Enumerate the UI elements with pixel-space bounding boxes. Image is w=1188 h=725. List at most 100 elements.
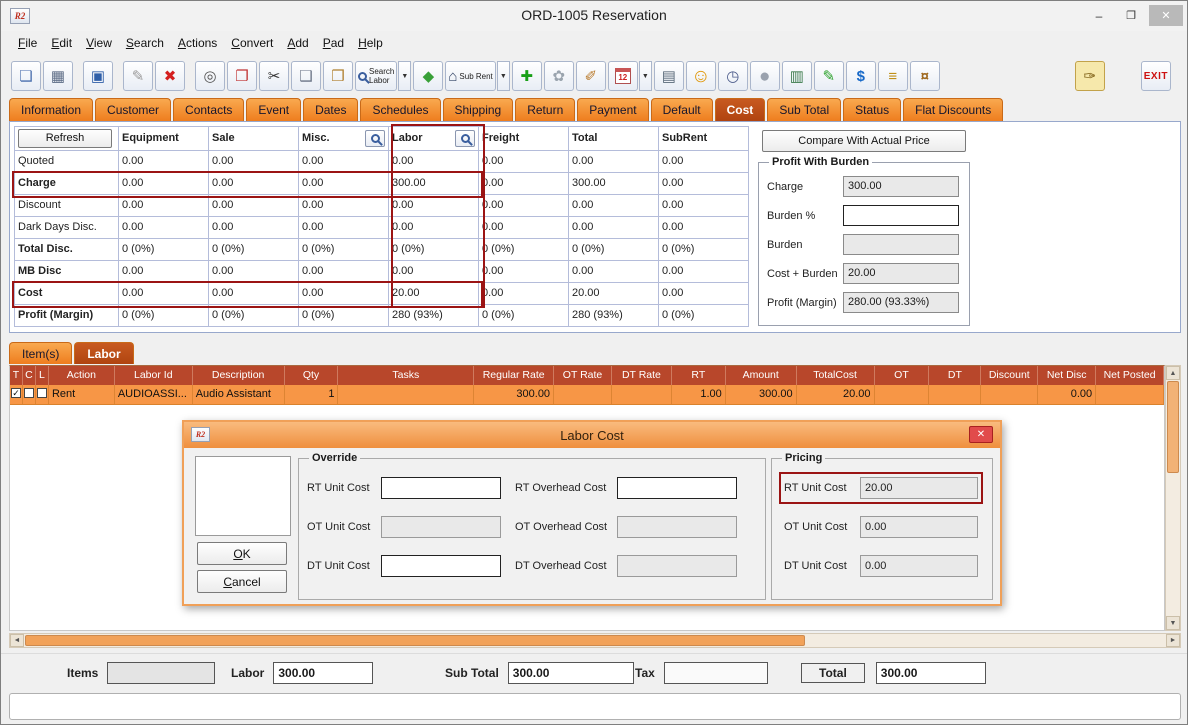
scroll-down-icon[interactable]: ▼ [1166,616,1180,630]
sub-rent-button[interactable]: ⌂Sub Rent [445,61,495,91]
menu-actions[interactable]: Actions [171,33,224,53]
title-bar[interactable]: R2 ORD-1005 Reservation – ❐ ✕ [1,1,1187,31]
delete-button[interactable]: ✖ [155,61,185,91]
fax-button[interactable]: ▤ [654,61,684,91]
vertical-scrollbar[interactable]: ▲ ▼ [1165,365,1181,631]
items-row[interactable]: ✓RentAUDIOASSI...Audio Assistant1300.001… [10,385,1164,405]
coins-button[interactable]: ≡ [878,61,908,91]
tab-cost[interactable]: Cost [715,98,766,121]
tab-contacts[interactable]: Contacts [173,98,244,121]
tab-labor[interactable]: Labor [74,342,133,364]
edit-pencil-button[interactable]: ✎ [123,61,153,91]
shapes-button[interactable]: ◆ [413,61,443,91]
rt-overhead-cost-input[interactable] [617,477,737,499]
paste-button[interactable]: ❒ [323,61,353,91]
dt-unit-cost-input[interactable] [381,555,501,577]
dialog-title-bar[interactable]: R2 Labor Cost ✕ [184,422,1000,448]
tab-sub-total[interactable]: Sub Total [767,98,841,121]
maximize-button[interactable]: ❐ [1117,5,1145,26]
items-col-regular-rate[interactable]: Regular Rate [474,366,554,385]
magic-wand-button[interactable]: ✑ [1075,61,1105,91]
items-col-dt[interactable]: DT [929,366,981,385]
items-col-ot-rate[interactable]: OT Rate [554,366,612,385]
tab-information[interactable]: Information [9,98,93,121]
save-button[interactable]: ▣ [83,61,113,91]
menu-view[interactable]: View [79,33,119,53]
add-button[interactable]: ✚ [512,61,542,91]
items-col-amount[interactable]: Amount [726,366,797,385]
copy-button[interactable]: ❑ [291,61,321,91]
register-button[interactable]: ▥ [782,61,812,91]
tab-status[interactable]: Status [843,98,901,121]
cancel-button[interactable]: Cancel [197,570,287,593]
ellipse-button[interactable]: ● [750,61,780,91]
misc-search-button[interactable] [365,130,385,147]
flower-button[interactable]: ✿ [544,61,574,91]
tab-return[interactable]: Return [515,98,575,121]
scroll-left-icon[interactable]: ◄ [10,634,24,647]
items-col-qty[interactable]: Qty [285,366,339,385]
row-checkbox[interactable] [24,388,34,398]
ok-button[interactable]: OK [197,542,287,565]
tab-shipping[interactable]: Shipping [443,98,514,121]
items-col-discount[interactable]: Discount [981,366,1038,385]
tab-default[interactable]: Default [651,98,713,121]
items-col-l[interactable]: L [36,366,49,385]
exit-button[interactable]: EXIT [1141,61,1171,91]
close-button[interactable]: ✕ [1149,5,1183,26]
items-col-labor-id[interactable]: Labor Id [115,366,193,385]
compare-with-actual-price-button[interactable]: Compare With Actual Price [762,130,966,152]
smiley-button[interactable]: ☺ [686,61,716,91]
sub-rent-button-dropdown[interactable]: ▼ [497,61,510,91]
row-checkbox[interactable] [37,388,47,398]
transfer-document-button[interactable]: ❐ [227,61,257,91]
menu-file[interactable]: File [11,33,44,53]
items-col-ot[interactable]: OT [875,366,930,385]
tab-payment[interactable]: Payment [577,98,648,121]
cut-button[interactable]: ✂ [259,61,289,91]
minimize-button[interactable]: – [1085,5,1113,26]
labor-search-button[interactable] [455,130,475,147]
tab-flat-discounts[interactable]: Flat Discounts [903,98,1003,121]
menu-edit[interactable]: Edit [44,33,79,53]
row-checkbox[interactable]: ✓ [11,388,21,398]
tab-event[interactable]: Event [246,98,301,121]
clock-button[interactable]: ◷ [718,61,748,91]
dialog-close-button[interactable]: ✕ [969,426,993,443]
calendar-button-dropdown[interactable]: ▼ [639,61,652,91]
menu-convert[interactable]: Convert [224,33,280,53]
items-col-totalcost[interactable]: TotalCost [797,366,875,385]
refresh-button[interactable]: Refresh [18,129,112,148]
search-labor-button-dropdown[interactable]: ▼ [398,61,411,91]
items-col-dt-rate[interactable]: DT Rate [612,366,672,385]
edit-green-button[interactable]: ✎ [814,61,844,91]
items-col-action[interactable]: Action [49,366,115,385]
tab-item-s[interactable]: Item(s) [9,342,72,364]
new-document-button[interactable]: ❏ [11,61,41,91]
calendar-button[interactable]: 12 [608,61,638,91]
menu-pad[interactable]: Pad [316,33,351,53]
items-col-net-disc[interactable]: Net Disc [1038,366,1096,385]
items-col-rt[interactable]: RT [672,366,726,385]
menu-add[interactable]: Add [280,33,315,53]
print-button[interactable]: ▦ [43,61,73,91]
menu-search[interactable]: Search [119,33,171,53]
items-col-c[interactable]: C [23,366,36,385]
items-col-tasks[interactable]: Tasks [338,366,474,385]
horizontal-scrollbar[interactable]: ◄ ► [9,633,1181,648]
tab-dates[interactable]: Dates [303,98,358,121]
items-col-t[interactable]: T [10,366,23,385]
burden-input[interactable] [843,205,959,226]
menu-help[interactable]: Help [351,33,390,53]
vertical-scroll-thumb[interactable] [1167,381,1179,473]
search-labor-button[interactable]: SearchLabor [355,61,397,91]
items-col-description[interactable]: Description [193,366,285,385]
scroll-right-icon[interactable]: ► [1166,634,1180,647]
scroll-up-icon[interactable]: ▲ [1166,366,1180,380]
money-cart-button[interactable]: ¤ [910,61,940,91]
dollar-button[interactable]: $ [846,61,876,91]
tab-schedules[interactable]: Schedules [360,98,440,121]
horizontal-scroll-thumb[interactable] [25,635,805,646]
rt-unit-cost-input[interactable] [381,477,501,499]
items-col-net-posted[interactable]: Net Posted [1096,366,1164,385]
